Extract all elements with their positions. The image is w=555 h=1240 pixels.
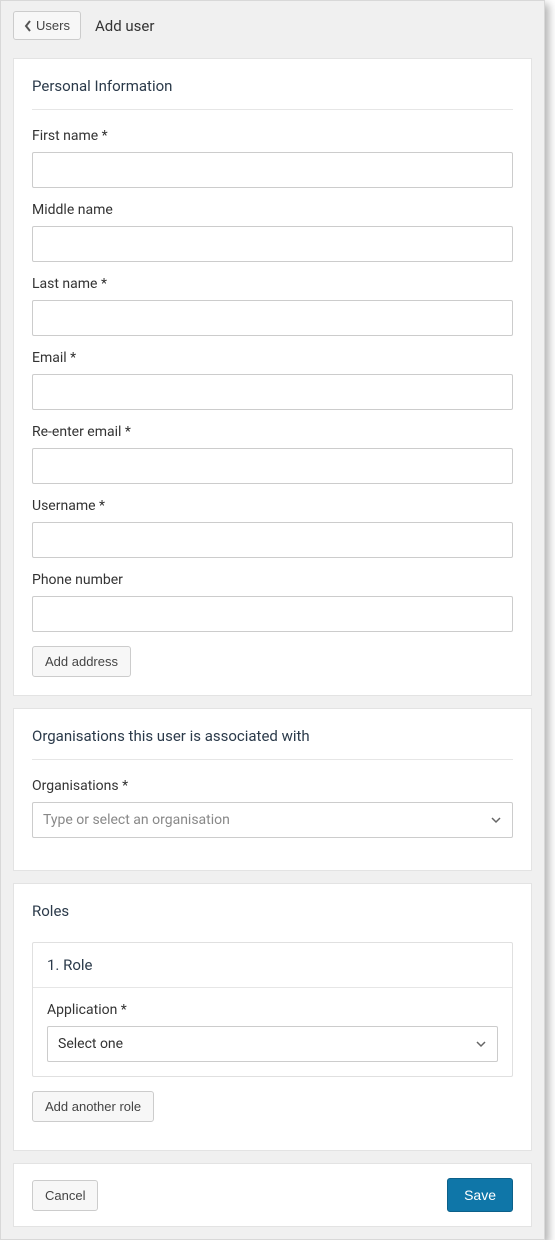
organisations-heading: Organisations this user is associated wi… (32, 709, 513, 760)
application-selected: Select one (58, 1036, 123, 1052)
add-another-role-button[interactable]: Add another role (32, 1091, 154, 1122)
first-name-group: First name * (32, 128, 513, 188)
email-group: Email * (32, 350, 513, 410)
first-name-label: First name * (32, 128, 513, 144)
middle-name-group: Middle name (32, 202, 513, 262)
phone-input[interactable] (32, 596, 513, 632)
role-item-body: Application * Select one (33, 988, 512, 1076)
footer: Cancel Save (13, 1163, 532, 1227)
middle-name-label: Middle name (32, 202, 513, 218)
organisations-group: Organisations * Type or select an organi… (32, 778, 513, 838)
organisations-placeholder: Type or select an organisation (43, 812, 230, 828)
username-group: Username * (32, 498, 513, 558)
reenter-email-label: Re-enter email * (32, 424, 513, 440)
page-header: Users Add user (1, 1, 544, 50)
back-button[interactable]: Users (13, 11, 81, 40)
username-label: Username * (32, 498, 513, 514)
personal-info-panel: Personal Information First name * Middle… (13, 58, 532, 696)
last-name-input[interactable] (32, 300, 513, 336)
reenter-email-input[interactable] (32, 448, 513, 484)
phone-group: Phone number (32, 572, 513, 632)
first-name-input[interactable] (32, 152, 513, 188)
role-item: 1. Role Application * Select one (32, 942, 513, 1077)
last-name-label: Last name * (32, 276, 513, 292)
last-name-group: Last name * (32, 276, 513, 336)
roles-panel: Roles 1. Role Application * Select one A… (13, 883, 532, 1151)
chevron-down-icon (475, 1038, 487, 1050)
application-group: Application * Select one (47, 1002, 498, 1062)
organisations-panel: Organisations this user is associated wi… (13, 708, 532, 871)
role-item-heading: 1. Role (33, 943, 512, 988)
phone-label: Phone number (32, 572, 513, 588)
page-container: Users Add user Personal Information Firs… (0, 0, 545, 1240)
application-label: Application * (47, 1002, 498, 1018)
middle-name-input[interactable] (32, 226, 513, 262)
save-button[interactable]: Save (447, 1178, 513, 1212)
cancel-button[interactable]: Cancel (32, 1180, 98, 1211)
application-select[interactable]: Select one (47, 1026, 498, 1062)
email-input[interactable] (32, 374, 513, 410)
organisations-label: Organisations * (32, 778, 513, 794)
roles-heading: Roles (32, 884, 513, 934)
email-label: Email * (32, 350, 513, 366)
back-button-label: Users (36, 18, 70, 33)
username-input[interactable] (32, 522, 513, 558)
add-address-button[interactable]: Add address (32, 646, 131, 677)
organisations-combobox[interactable]: Type or select an organisation (32, 802, 513, 838)
personal-info-heading: Personal Information (32, 59, 513, 110)
page-title: Add user (95, 17, 154, 35)
reenter-email-group: Re-enter email * (32, 424, 513, 484)
chevron-down-icon (490, 814, 502, 826)
chevron-left-icon (24, 20, 32, 32)
